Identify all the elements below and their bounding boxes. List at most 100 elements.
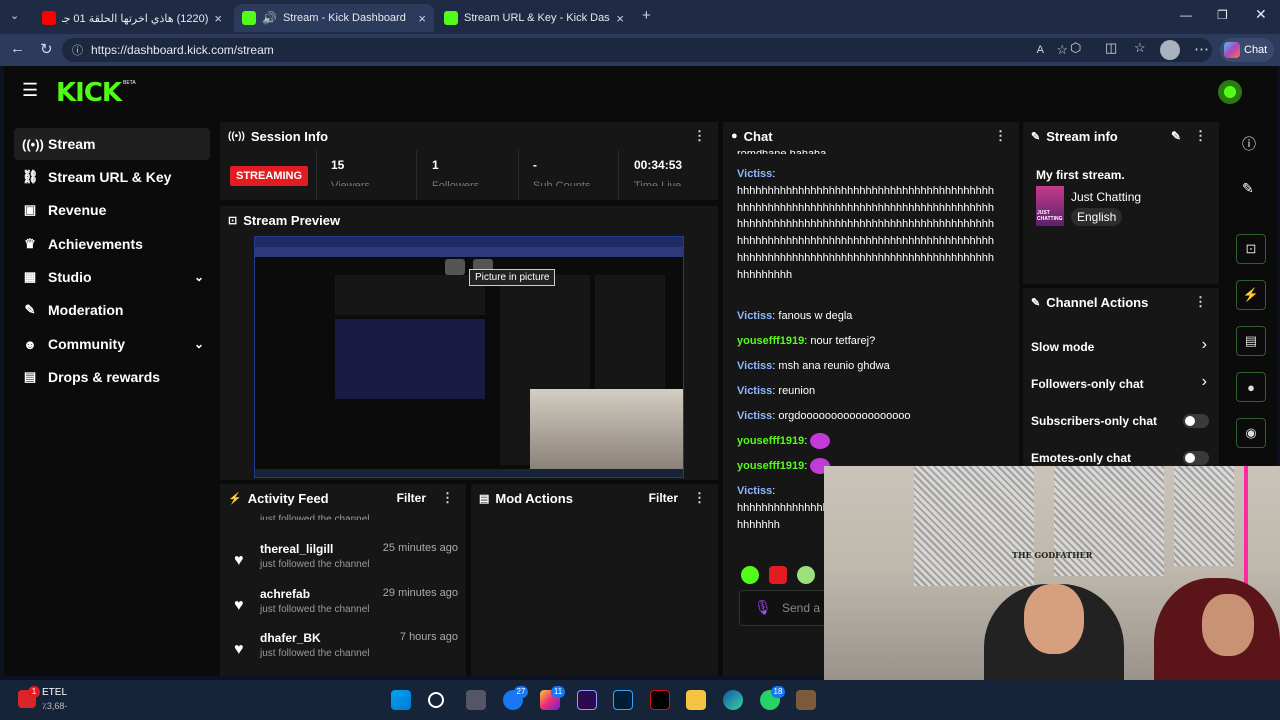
- tab-close-icon[interactable]: ×: [616, 11, 624, 26]
- user-avatar[interactable]: [1218, 80, 1242, 104]
- extensions-icon[interactable]: ⬡: [1070, 40, 1081, 56]
- chat-username[interactable]: yousefff1919: [737, 335, 804, 347]
- search-icon[interactable]: [428, 692, 444, 708]
- filter-button[interactable]: Filter: [397, 491, 426, 505]
- emote-quick-icon[interactable]: [797, 566, 815, 584]
- chat-message: yousefff1919:: [737, 433, 999, 450]
- thumb-text: JUST CHATTING: [1037, 210, 1063, 222]
- kebab-menu-icon[interactable]: ⋮: [693, 128, 706, 144]
- edge-icon[interactable]: [723, 690, 743, 710]
- chat-username[interactable]: Victiss: [737, 360, 772, 372]
- edit-pencil-icon[interactable]: ✎: [1171, 129, 1181, 143]
- chat-username[interactable]: Victiss: [737, 168, 772, 180]
- info-icon[interactable]: ⓘ: [1242, 134, 1256, 154]
- pip-button-icon[interactable]: [445, 259, 465, 275]
- maximize-icon[interactable]: ❐: [1217, 8, 1228, 22]
- minimize-icon[interactable]: —: [1180, 8, 1192, 22]
- category-name[interactable]: Just Chatting: [1071, 190, 1141, 204]
- screen: { "browser": { "tabs": [ {"label": "(122…: [0, 0, 1280, 720]
- emotes-only-toggle[interactable]: [1183, 451, 1209, 465]
- netflix-icon[interactable]: [650, 690, 670, 710]
- sub-count-label: Sub Counts: [533, 180, 591, 186]
- kebab-menu-icon[interactable]: ⋮: [441, 490, 454, 506]
- feed-time: 7 hours ago: [399, 631, 458, 643]
- chevron-right-icon[interactable]: ›: [1202, 336, 1207, 354]
- chat-text: reunion: [778, 385, 816, 397]
- kebab-menu-icon[interactable]: ⋮: [1194, 128, 1207, 144]
- speaker-icon[interactable]: 🔊: [262, 11, 277, 25]
- sidebar-item-community[interactable]: ☻ Community ⌄: [14, 328, 210, 360]
- back-icon[interactable]: ←: [10, 40, 25, 57]
- profile-avatar[interactable]: [1160, 40, 1180, 60]
- category-thumbnail[interactable]: JUST CHATTING: [1036, 186, 1064, 226]
- preview-addressbar: [255, 247, 683, 257]
- chat-username[interactable]: Victiss: [737, 310, 772, 322]
- wallet-icon: ▣: [23, 202, 37, 217]
- sidebar-item-label: Revenue: [48, 202, 107, 218]
- microphone-icon[interactable]: 🎙: [754, 599, 772, 616]
- time-live-label: Time Live: [634, 180, 682, 186]
- sidebar-item-revenue[interactable]: ▣ Revenue: [14, 194, 210, 226]
- browser-tab-stream[interactable]: 🔊 Stream - Kick Dashboard ×: [234, 4, 434, 32]
- filter-button[interactable]: Filter: [649, 491, 678, 505]
- subscribers-only-toggle[interactable]: [1183, 414, 1209, 428]
- emote-quick-icon[interactable]: [769, 566, 787, 584]
- browser-tab-stream-url[interactable]: Stream URL & Key - Kick Dashboard ×: [436, 4, 632, 32]
- stream-preview-video[interactable]: Picture in picture: [254, 236, 684, 478]
- chat-username[interactable]: yousefff1919: [737, 435, 804, 447]
- kick-logo[interactable]: KICK: [56, 78, 122, 108]
- sidebar-item-studio[interactable]: ▦ Studio ⌄: [14, 261, 210, 293]
- tab-close-icon[interactable]: ×: [418, 11, 426, 26]
- premiere-icon[interactable]: [577, 690, 597, 710]
- windows-start-icon[interactable]: [391, 690, 411, 710]
- document-button-icon[interactable]: ▤: [1236, 326, 1266, 356]
- address-bar[interactable]: ⓘ https://dashboard.kick.com/stream A ☆: [62, 38, 1212, 62]
- chat-username[interactable]: Victiss: [737, 385, 772, 397]
- heart-icon: ♥: [234, 552, 244, 569]
- lightning-button-icon[interactable]: ⚡: [1236, 280, 1266, 310]
- task-view-icon[interactable]: [466, 690, 486, 710]
- divider: [416, 150, 417, 200]
- chat-username[interactable]: yousefff1919: [737, 460, 804, 472]
- viewers-count: 15: [331, 158, 345, 172]
- heart-icon: ♥: [234, 597, 244, 614]
- site-info-icon[interactable]: ⓘ: [72, 42, 83, 58]
- kebab-menu-icon[interactable]: ⋮: [1194, 294, 1207, 310]
- app-icon[interactable]: [796, 690, 816, 710]
- favorites-icon[interactable]: ☆: [1134, 40, 1146, 56]
- sidebar-item-drops[interactable]: ▤ Drops & rewards: [14, 361, 210, 393]
- copilot-chat-button[interactable]: Chat: [1220, 38, 1274, 62]
- broadcast-button-icon[interactable]: ◉: [1236, 418, 1266, 448]
- file-explorer-icon[interactable]: [686, 690, 706, 710]
- chat-username[interactable]: Victiss: [737, 485, 772, 497]
- pip-tooltip: Picture in picture: [469, 269, 556, 286]
- feed-time: 29 minutes ago: [382, 587, 458, 599]
- window-close-icon[interactable]: ✕: [1255, 6, 1267, 23]
- more-menu-icon[interactable]: ⋯: [1194, 40, 1209, 58]
- emote-quick-icon[interactable]: [741, 566, 759, 584]
- photoshop-icon[interactable]: [613, 690, 633, 710]
- kebab-menu-icon[interactable]: ⋮: [994, 128, 1007, 144]
- read-aloud-icon[interactable]: A: [1037, 44, 1044, 56]
- chat-button-icon[interactable]: ●: [1236, 372, 1266, 402]
- new-tab-icon[interactable]: +: [642, 7, 651, 24]
- chevron-right-icon[interactable]: ›: [1202, 373, 1207, 391]
- tab-close-icon[interactable]: ×: [214, 11, 222, 26]
- camera-button-icon[interactable]: ⊡: [1236, 234, 1266, 264]
- reload-icon[interactable]: ↻: [40, 40, 53, 58]
- sidebar-item-moderation[interactable]: ✎ Moderation: [14, 294, 210, 326]
- follower-name[interactable]: thereal_lilgill: [260, 542, 333, 556]
- sidebar-item-stream[interactable]: ((•)) Stream: [14, 128, 210, 160]
- hamburger-menu-icon[interactable]: ☰: [22, 80, 38, 101]
- browser-tab-youtube[interactable]: (1220) هاذي اخرتها الحلقة 01 جزء 03 ×: [34, 4, 230, 32]
- tab-list-chevron-icon[interactable]: ⌄: [10, 9, 19, 22]
- edit-pencil-icon[interactable]: ✎: [1242, 180, 1254, 197]
- sidebar-item-achievements[interactable]: ♛ Achievements: [14, 228, 210, 260]
- follower-name[interactable]: achrefab: [260, 587, 310, 601]
- follower-name[interactable]: dhafer_BK: [260, 631, 321, 645]
- sidebar-item-stream-url[interactable]: ⛓ Stream URL & Key: [14, 161, 210, 193]
- split-screen-icon[interactable]: ◫: [1105, 40, 1117, 56]
- favorite-star-icon[interactable]: ☆: [1056, 42, 1068, 58]
- kebab-menu-icon[interactable]: ⋮: [693, 490, 706, 506]
- chat-username[interactable]: Victiss: [737, 410, 772, 422]
